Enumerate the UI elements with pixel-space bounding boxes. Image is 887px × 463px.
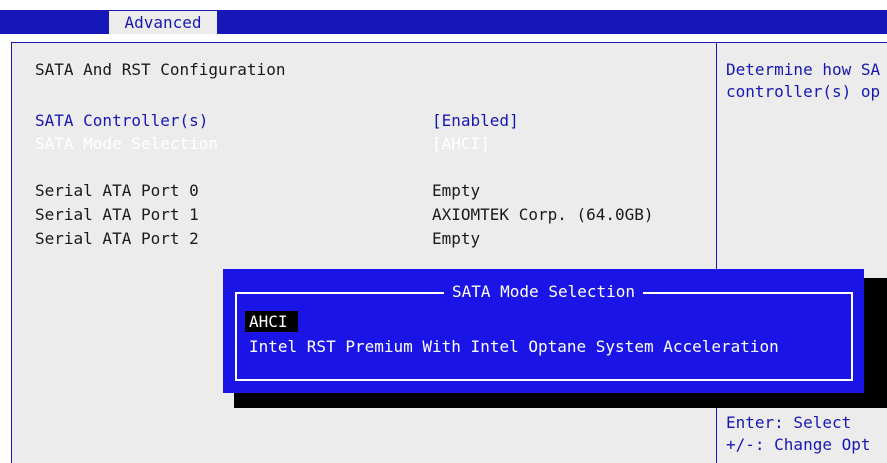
help-text-line1: Determine how SA (726, 60, 881, 79)
key-hint-enter: Enter: Select (726, 413, 852, 432)
port-label-1: Serial ATA Port 1 (35, 205, 199, 224)
key-hint-change: +/-: Change Opt (726, 435, 871, 454)
popup-option-intel-rst[interactable]: Intel RST Premium With Intel Optane Syst… (249, 337, 779, 356)
tab-advanced[interactable]: Advanced (109, 11, 217, 34)
popup-title: SATA Mode Selection (223, 282, 864, 301)
port-label-0: Serial ATA Port 0 (35, 181, 199, 200)
port-value-2: Empty (432, 229, 481, 248)
top-bar: Advanced (0, 0, 887, 34)
sata-mode-popup: SATA Mode Selection AHCI Intel RST Premi… (223, 269, 864, 393)
popup-option-ahci[interactable]: AHCI (245, 311, 298, 332)
help-text-line2: controller(s) op (726, 82, 881, 101)
setting-value-sata-controller[interactable]: [Enabled] (432, 111, 519, 130)
setting-label-sata-controller[interactable]: SATA Controller(s) (35, 111, 208, 130)
section-title: SATA And RST Configuration (35, 60, 286, 79)
setting-label-sata-mode[interactable]: SATA Mode Selection (35, 134, 218, 153)
port-label-2: Serial ATA Port 2 (35, 229, 199, 248)
port-value-0: Empty (432, 181, 481, 200)
port-value-1: AXIOMTEK Corp. (64.0GB) (432, 205, 654, 224)
setting-value-sata-mode[interactable]: [AHCI] (432, 134, 490, 153)
